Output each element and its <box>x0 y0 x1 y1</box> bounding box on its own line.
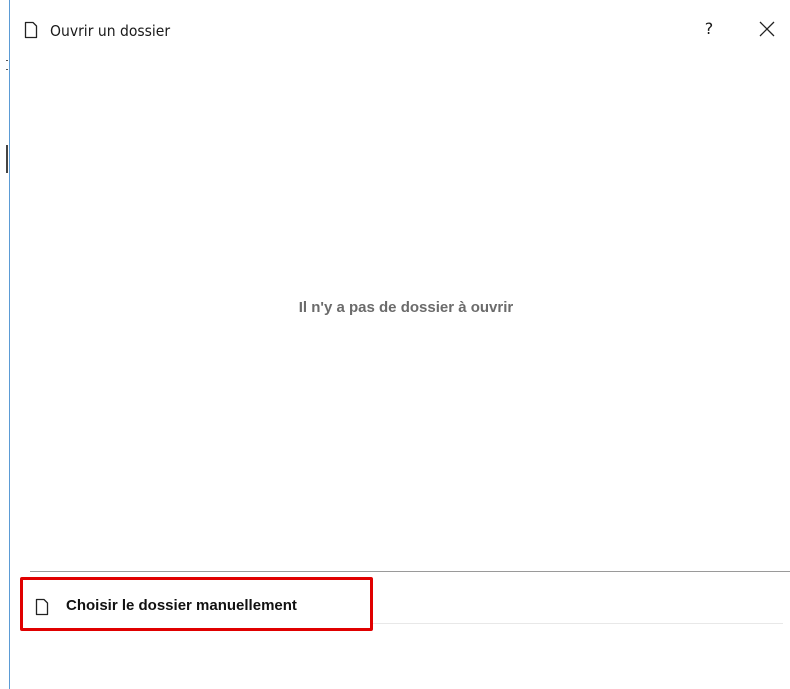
document-icon <box>24 21 38 39</box>
choose-folder-manually-label: Choisir le dossier manuellement <box>66 597 297 614</box>
dialog-title: Ouvrir un dossier <box>50 22 171 40</box>
window-left-border <box>9 0 10 689</box>
background-window-edge <box>6 60 9 180</box>
close-icon <box>756 21 778 44</box>
open-folder-dialog: Ouvrir un dossier ? Il n'y a pas de doss… <box>0 0 790 689</box>
title-bar: Ouvrir un dossier ? <box>10 0 790 60</box>
document-icon <box>35 598 49 616</box>
divider <box>30 571 790 572</box>
empty-state-message: Il n'y a pas de dossier à ouvrir <box>298 299 514 316</box>
choose-folder-manually-button[interactable]: Choisir le dossier manuellement <box>20 577 373 631</box>
close-button[interactable] <box>756 18 778 40</box>
row-separator <box>373 623 783 624</box>
help-button[interactable]: ? <box>698 16 720 42</box>
